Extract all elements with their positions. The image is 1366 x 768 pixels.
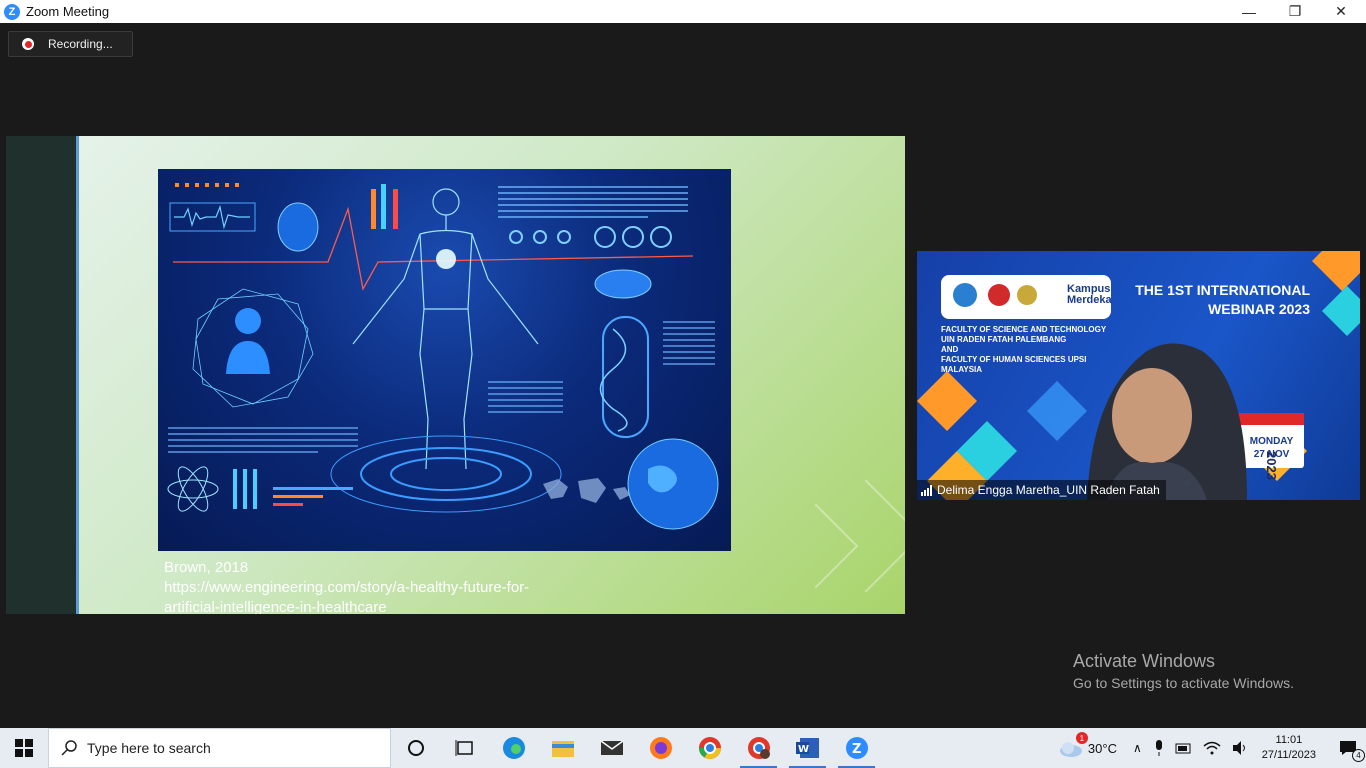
slide-left-bar	[6, 136, 79, 614]
weather-icon[interactable]: 1	[1058, 732, 1088, 758]
faculty-line: MALAYSIA	[941, 365, 983, 374]
word-button[interactable]: W	[783, 728, 832, 768]
zoom-logo-icon: Z	[4, 3, 20, 20]
mail-button[interactable]	[587, 728, 636, 768]
faculty-line: FACULTY OF HUMAN SCIENCES UPSI	[941, 355, 1087, 364]
notification-count: 4	[1352, 749, 1365, 762]
task-view-icon	[455, 740, 473, 756]
svg-text:W: W	[798, 744, 809, 755]
window-titlebar: Z Zoom Meeting — ❐ ✕	[0, 0, 1366, 23]
chrome-button[interactable]	[685, 728, 734, 768]
rings-decoration	[509, 226, 672, 248]
file-explorer-button[interactable]	[538, 728, 587, 768]
glow-core	[436, 249, 456, 269]
banner-title-line1: THE 1ST INTERNATIONAL	[1135, 282, 1310, 298]
watermark-title: Activate Windows	[1073, 651, 1216, 671]
activate-windows-watermark: Activate Windows Go to Settings to activ…	[1073, 651, 1294, 691]
task-view-button[interactable]	[440, 728, 489, 768]
word-icon: W	[795, 738, 819, 758]
wifi-icon[interactable]	[1203, 740, 1221, 756]
brain-icon	[594, 269, 652, 299]
kampus-merdeka-logo: Kampus Merdeka	[1067, 283, 1112, 306]
world-map-icon	[543, 478, 630, 503]
chrome-profile-button[interactable]	[734, 728, 783, 768]
window-title: Zoom Meeting	[26, 4, 110, 19]
calendar-day: MONDAY	[1249, 436, 1294, 447]
edge-icon	[502, 737, 525, 759]
clock[interactable]: 11:01 27/11/2023	[1262, 733, 1316, 763]
participant-name-tag: Delima Engga Maretha_UIN Raden Fatah	[917, 480, 1166, 500]
minimize-button[interactable]: —	[1226, 0, 1272, 23]
search-icon	[61, 740, 77, 756]
watermark-subtitle: Go to Settings to activate Windows.	[1073, 675, 1294, 691]
restore-button[interactable]: ❐	[1272, 0, 1318, 23]
recording-label: Recording...	[48, 37, 113, 51]
heart-icon	[277, 202, 319, 252]
calendar-year: 2023	[1264, 451, 1279, 480]
firefox-button[interactable]	[636, 728, 685, 768]
slide-citation: Brown, 2018	[164, 559, 249, 576]
battery-icon[interactable]	[1175, 741, 1193, 755]
volume-icon[interactable]	[1231, 740, 1249, 756]
close-button[interactable]: ✕	[1318, 0, 1364, 23]
ai-healthcare-image	[158, 169, 731, 551]
zoom-icon: Z	[845, 737, 868, 759]
chrome-icon	[698, 737, 721, 759]
faculty-text: FACULTY OF SCIENCE AND TECHNOLOGY UIN RA…	[941, 325, 1106, 375]
participant-video-tile[interactable]: Kampus Merdeka THE 1ST INTERNATIONAL WEB…	[917, 251, 1360, 500]
slide-caption: Brown, 2018 https://www.engineering.com/…	[164, 558, 529, 614]
slide-url-line1: https://www.engineering.com/story/a-heal…	[164, 579, 530, 596]
faculty-line: FACULTY OF SCIENCE AND TECHNOLOGY	[941, 325, 1107, 334]
clock-date: 27/11/2023	[1261, 749, 1316, 761]
notification-button[interactable]: 4	[1330, 728, 1366, 768]
shared-screen[interactable]: Brown, 2018 https://www.engineering.com/…	[6, 136, 905, 614]
participant-name: Delima Engga Maretha_UIN Raden Fatah	[937, 483, 1160, 497]
text-block-decoration	[498, 186, 688, 218]
text-lines-decoration	[168, 321, 715, 453]
signal-bars-icon	[921, 484, 932, 496]
chrome-profile-icon	[747, 737, 770, 759]
record-icon	[22, 38, 34, 50]
weather-temperature[interactable]: 30°C	[1088, 741, 1117, 756]
faculty-line: UIN RADEN FATAH PALEMBANG	[941, 335, 1067, 344]
human-body-icon	[352, 188, 539, 470]
mail-icon	[600, 740, 623, 755]
windows-icon	[15, 739, 33, 757]
recording-indicator[interactable]: Recording...	[8, 31, 133, 57]
chevron-up-icon[interactable]: ∧	[1133, 741, 1142, 755]
microphone-icon[interactable]	[1153, 739, 1165, 757]
cortana-icon	[407, 740, 424, 756]
folder-icon	[551, 741, 574, 757]
meeting-area: Recording... Brown, 2018 https://www.eng…	[0, 23, 1366, 728]
cortana-button[interactable]	[391, 728, 440, 768]
participant-face	[1112, 368, 1192, 464]
orange-dots-decoration	[175, 183, 239, 187]
svg-text:Z: Z	[852, 742, 861, 757]
firefox-icon	[649, 737, 672, 759]
zoom-button[interactable]: Z	[832, 728, 881, 768]
weather-badge: 1	[1075, 732, 1088, 744]
platform-rings	[330, 435, 562, 513]
slide-url-line2: artificial-intelligence-in-healthcare	[164, 599, 387, 614]
banner-title-line2: WEBINAR 2023	[1208, 301, 1310, 317]
clock-time: 11:01	[1275, 734, 1303, 746]
atom-icon	[167, 466, 219, 512]
start-button[interactable]	[0, 728, 48, 768]
system-tray: 1 30°C ∧ 11:01 27/11/2023 4	[1058, 728, 1366, 768]
faculty-line: AND	[941, 345, 959, 354]
search-placeholder: Type here to search	[87, 740, 211, 756]
taskbar-search-box[interactable]: Type here to search	[48, 728, 391, 768]
edge-button[interactable]	[489, 728, 538, 768]
ai-healthcare-illustration	[167, 183, 719, 530]
taskbar: Type here to search W Z 1 30°C ∧ 11:01 2…	[0, 728, 1366, 768]
banner-title: THE 1ST INTERNATIONAL WEBINAR 2023	[1135, 281, 1310, 319]
